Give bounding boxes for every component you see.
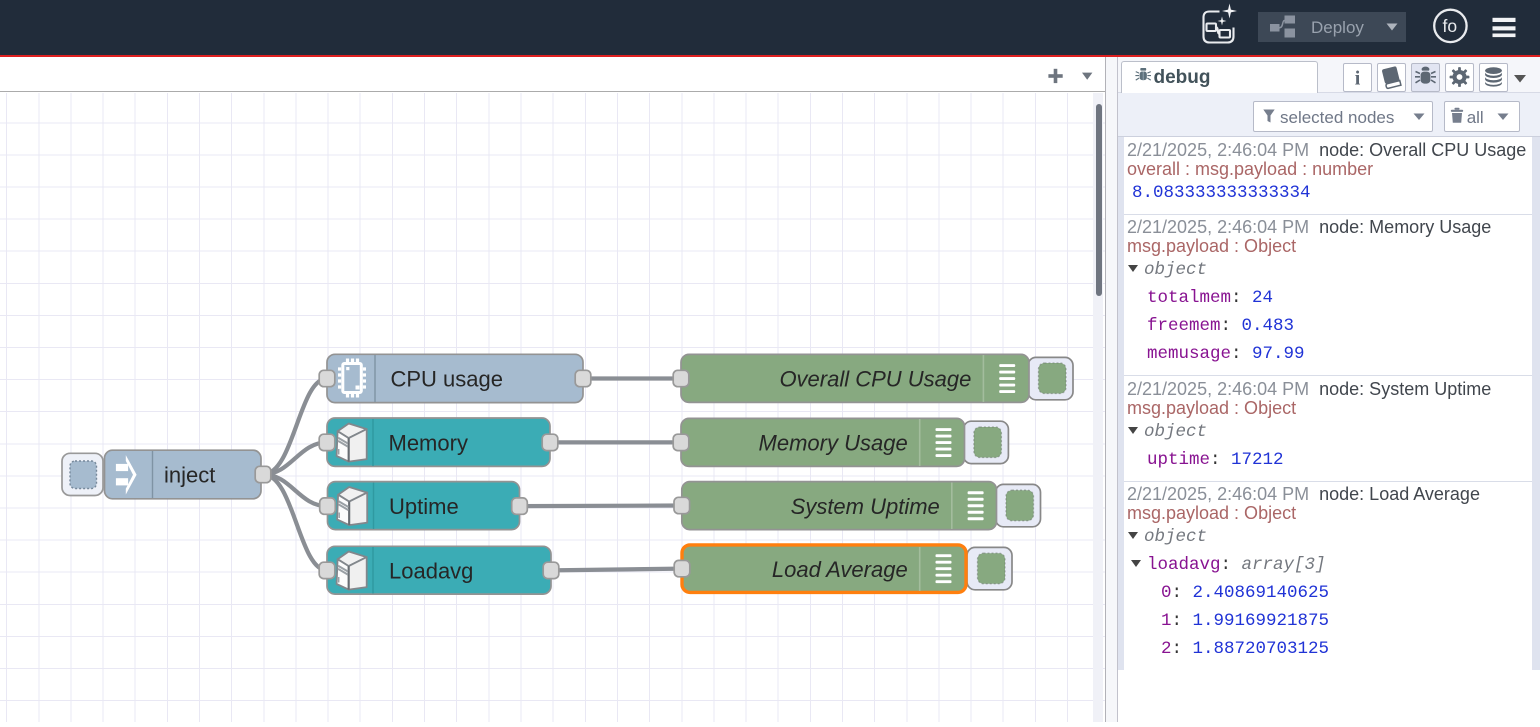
svg-text:i: i (1355, 67, 1361, 89)
svg-text:System Uptime: System Uptime (791, 494, 940, 519)
svg-text:Memory Usage: Memory Usage (759, 431, 908, 456)
svg-text:Loadavg: Loadavg (389, 559, 473, 584)
svg-text:Overall CPU Usage: Overall CPU Usage (779, 367, 971, 392)
svg-text:CPU usage: CPU usage (391, 367, 504, 392)
svg-text:fo: fo (1442, 16, 1457, 36)
svg-text:Memory: Memory (389, 431, 468, 456)
svg-text:selected nodes: selected nodes (1280, 108, 1394, 127)
svg-text:inject: inject (164, 463, 215, 488)
svg-text:all: all (1466, 108, 1483, 127)
svg-text:Uptime: Uptime (389, 494, 459, 519)
svg-text:Load Average: Load Average (772, 557, 908, 582)
